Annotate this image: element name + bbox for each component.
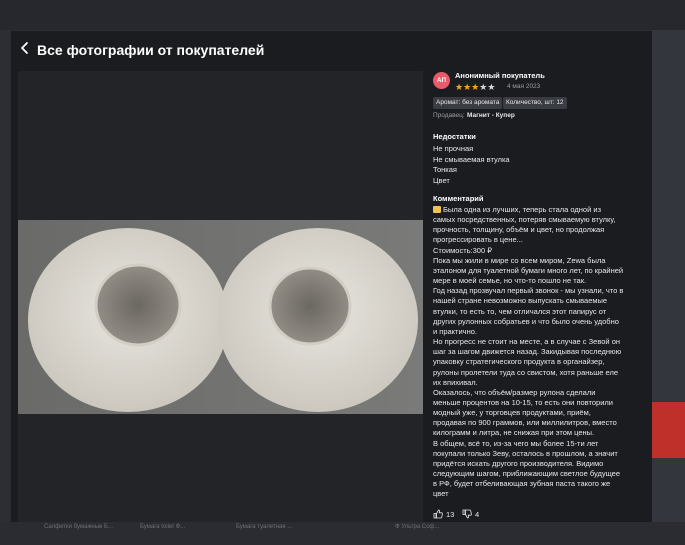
- comment-line: самых посредственных, потеряв смываемую …: [433, 215, 616, 225]
- review-photo-toilet-paper: [18, 220, 423, 414]
- cons-item: Не смываемая втулка: [433, 154, 510, 164]
- comment-line: других рулонных собратьев и что было оче…: [433, 316, 619, 326]
- cons-item: Тонкая: [433, 165, 457, 174]
- review-panel: АП Анонимный покупатель ★★★★★ 4 мая 2023…: [431, 71, 648, 522]
- seller-name-link[interactable]: Магнит - Купер: [467, 112, 515, 119]
- star-empty-icon: ★: [487, 82, 496, 92]
- cons-item: Не прочная: [433, 144, 474, 153]
- background-product-item: Бумага туалетная ...: [236, 524, 293, 530]
- comment-line: продавая по 900 граммов, или миллилитров…: [433, 418, 617, 428]
- thumbs-down-icon: [462, 509, 472, 519]
- dislike-count: 4: [475, 509, 480, 519]
- comment-line: цвет: [433, 489, 449, 499]
- comment-emoji-icon: [433, 206, 441, 213]
- thumbs-up-icon: [433, 509, 443, 519]
- background-product-strip: Салфетки бумажные Б... Бумага toilet Ф..…: [0, 522, 685, 545]
- cons-list: Не прочная Не смываемая втулка Тонкая Цв…: [433, 144, 510, 186]
- comment-line: упаковку стратегического продукта в орга…: [433, 357, 605, 367]
- background-product-item: Ф Ультра Соф...: [395, 524, 440, 530]
- rating-stars: ★★★★★: [455, 82, 495, 92]
- comment-line: Была одна из лучших, теперь стала одной …: [443, 205, 602, 214]
- comment-line: мере в моей семье, но что-то пошло не та…: [433, 276, 587, 286]
- review-date: 4 мая 2023: [507, 83, 541, 90]
- star-filled-icon: ★: [455, 82, 464, 92]
- comment-line: прочность, толщину, объём и цвет, но про…: [433, 225, 605, 235]
- back-button[interactable]: [17, 40, 33, 56]
- customer-photos-modal: Все фотографии от покупателей АП Анонимн…: [11, 31, 652, 522]
- comment-line: Оказалось, что объём/размер рулона сдела…: [433, 387, 596, 397]
- avatar: АП: [433, 72, 450, 89]
- comment-line: эталоном для туалетной бумаги много лет,…: [433, 265, 624, 275]
- comment-line: втулки, то есть то, чем отличался этот п…: [433, 306, 607, 316]
- seller-label: Продавец:: [433, 112, 465, 119]
- comment-line: прогрессировать в цене...: [433, 235, 523, 245]
- cons-item: Цвет: [433, 175, 450, 185]
- comment-line: их впихивал.: [433, 377, 478, 387]
- comment-line: рулоны пролетели туда со свистом, хотя р…: [433, 367, 619, 377]
- background-top-bar: [0, 0, 685, 30]
- review-author: Анонимный покупатель: [455, 71, 545, 80]
- background-product-item: Бумага toilet Ф...: [140, 524, 186, 530]
- comment-line: Но прогресс не стоит на месте, а в случа…: [433, 337, 621, 347]
- comment-heading: Комментарий: [433, 194, 484, 203]
- comment-line: и практично.: [433, 326, 477, 336]
- modal-title: Все фотографии от покупателей: [37, 42, 265, 58]
- background-product-item: Салфетки бумажные Б...: [44, 524, 113, 530]
- cons-heading: Недостатки: [433, 132, 476, 141]
- dislike-button[interactable]: 4: [462, 509, 479, 519]
- comment-text: Была одна из лучших, теперь стала одной …: [433, 205, 629, 500]
- comment-line: шаг за шагом движется назад. Закидывая п…: [433, 347, 622, 357]
- comment-line: В общем, всё то, из-за чего мы более 15-…: [433, 438, 599, 448]
- comment-line: Пока мы жили в мире со всем миром, Zewa …: [433, 255, 606, 265]
- comment-line: покупали только Зеву, осталось в прошлом…: [433, 448, 618, 458]
- comment-line: килограмм и литра, не снижая при этом це…: [433, 428, 595, 438]
- photo-viewer[interactable]: [18, 71, 423, 522]
- comment-line: Стоимость:300 ₽: [433, 245, 493, 255]
- comment-line: следующим шагом, приближающим светлое бу…: [433, 469, 621, 479]
- comment-line: Год назад прозвучал первый звонок - мы у…: [433, 286, 624, 296]
- comment-line: в РФ, будет отбеливающая зубная паста та…: [433, 479, 611, 489]
- modal-header: Все фотографии от покупателей: [11, 31, 652, 69]
- star-filled-icon: ★: [463, 82, 472, 92]
- like-count: 13: [446, 509, 455, 519]
- background-right-panel: [652, 30, 685, 545]
- tag-aroma: Аромат: без аромата: [433, 97, 503, 109]
- back-arrow-icon: [21, 42, 28, 54]
- comment-line: меньше процентов на 10-15, то есть они п…: [433, 397, 613, 407]
- like-button[interactable]: 13: [433, 509, 454, 519]
- comment-line: нашей стране невозможно выпускать смывае…: [433, 296, 608, 306]
- comment-line: модный уже, у торговцев продуктами, приё…: [433, 408, 591, 418]
- tag-quantity: Количество, шт: 12: [503, 97, 567, 109]
- background-promo-banner: [652, 402, 685, 458]
- comment-line: придётся искать другого производителя. В…: [433, 458, 604, 468]
